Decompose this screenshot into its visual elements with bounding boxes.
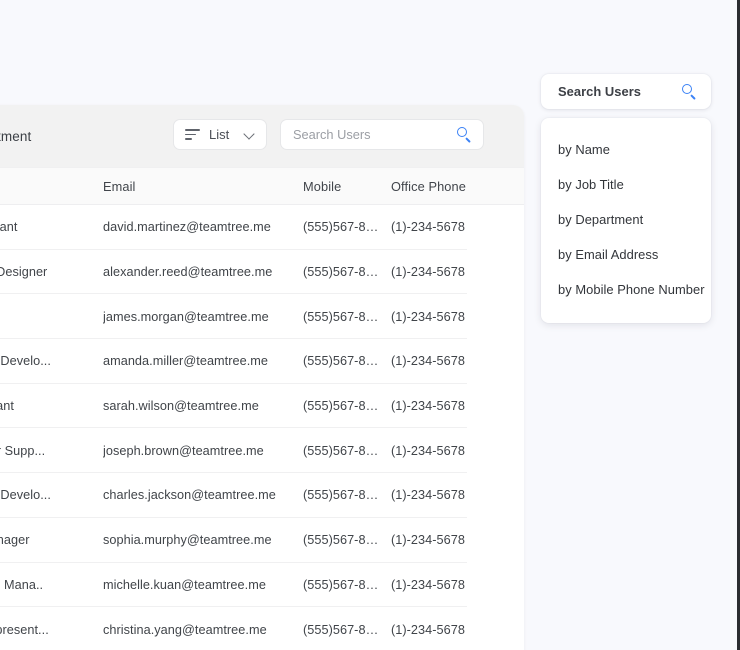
column-header-mobile[interactable]: Mobile	[303, 179, 391, 194]
table-row[interactable]: ccountant david.martinez@teamtree.me (55…	[0, 205, 524, 250]
table-row[interactable]: gineer james.morgan@teamtree.me (555)567…	[0, 294, 524, 339]
table-row[interactable]: Assistant sarah.wilson@teamtree.me (555)…	[0, 384, 524, 429]
cell-mobile: (555)567-8901	[303, 265, 387, 280]
table-row[interactable]: es Represent... christina.yang@teamtree.…	[0, 607, 524, 650]
menu-item-by-name[interactable]: by Name	[541, 132, 711, 167]
cell-office-phone: (1)-234-5678	[391, 354, 465, 369]
cell-mobile: (555)567-8901	[303, 354, 387, 369]
cell-job-title: ccountant	[0, 220, 18, 235]
cell-office-phone: (1)-234-5678	[391, 577, 465, 592]
cell-office-phone: (1)-234-5678	[391, 220, 465, 235]
view-mode-select[interactable]: List	[173, 119, 267, 150]
cell-email: amanda.miller@teamtree.me	[103, 354, 269, 369]
table-row[interactable]: rketing Mana.. michelle.kuan@teamtree.me…	[0, 563, 524, 608]
cell-email: christina.yang@teamtree.me	[103, 622, 267, 637]
menu-item-by-email-address[interactable]: by Email Address	[541, 237, 711, 272]
table-row[interactable]: stomer Supp... joseph.brown@teamtree.me …	[0, 428, 524, 473]
column-header-job-title[interactable]: b Title	[0, 179, 103, 194]
cell-job-title: gineer	[0, 310, 103, 324]
cell-email: david.martinez@teamtree.me	[103, 220, 271, 235]
cell-email: james.morgan@teamtree.me	[103, 309, 269, 324]
cell-job-title: es Manager	[0, 533, 30, 548]
cell-email: alexander.reed@teamtree.me	[103, 265, 273, 280]
cell-office-phone: (1)-234-5678	[391, 265, 465, 280]
cell-email: sarah.wilson@teamtree.me	[103, 399, 259, 414]
menu-item-by-mobile-phone-number[interactable]: by Mobile Phone Number	[541, 272, 711, 307]
column-header-email[interactable]: Email	[103, 179, 303, 194]
cell-office-phone: (1)-234-5678	[391, 488, 465, 503]
table-row[interactable]: ftware Develo... amanda.miller@teamtree.…	[0, 339, 524, 384]
cell-office-phone: (1)-234-5678	[391, 533, 465, 548]
view-mode-label: List	[209, 127, 230, 142]
list-lines-icon	[185, 129, 200, 140]
cell-mobile: (555)567-8901	[303, 577, 387, 592]
users-card-toolbar: department List	[0, 105, 524, 167]
cell-mobile: (555)567-8901	[303, 309, 387, 324]
search-scope-menu: by Name by Job Title by Department by Em…	[541, 118, 711, 323]
cell-office-phone: (1)-234-5678	[391, 443, 465, 458]
table-row[interactable]: aphic Designer alexander.reed@teamtree.m…	[0, 250, 524, 295]
table-header-row: b Title Email Mobile Office Phone	[0, 167, 524, 205]
cell-mobile: (555)567-8901	[303, 399, 387, 414]
column-header-office-phone[interactable]: Office Phone	[391, 179, 501, 194]
cell-job-title: ftware Develo...	[0, 354, 51, 369]
table-body: ccountant david.martinez@teamtree.me (55…	[0, 205, 524, 650]
cell-job-title: rketing Mana..	[0, 577, 44, 592]
cell-office-phone: (1)-234-5678	[391, 309, 465, 324]
cell-mobile: (555)567-8901	[303, 488, 387, 503]
users-card: department List b Title Email Mobile Off…	[0, 105, 524, 650]
table-search-box[interactable]	[280, 119, 484, 150]
search-users-overlay: Search Users by Name by Job Title by Dep…	[541, 74, 711, 323]
cell-office-phone: (1)-234-5678	[391, 622, 465, 637]
cell-mobile: (555)567-8901	[303, 443, 387, 458]
cell-job-title: es Represent...	[0, 622, 49, 637]
cell-mobile: (555)567-8901	[303, 220, 387, 235]
cell-mobile: (555)567-8901	[303, 622, 387, 637]
search-icon[interactable]	[682, 84, 697, 99]
department-filter-label: department	[0, 128, 32, 144]
overlay-search-value: Search Users	[558, 84, 642, 99]
overlay-search-field[interactable]: Search Users	[541, 74, 711, 109]
menu-item-by-job-title[interactable]: by Job Title	[541, 167, 711, 202]
table-row[interactable]: es Manager sophia.murphy@teamtree.me (55…	[0, 518, 524, 563]
cell-email: charles.jackson@teamtree.me	[103, 488, 276, 503]
chevron-down-icon	[244, 129, 255, 140]
cell-email: sophia.murphy@teamtree.me	[103, 533, 272, 548]
cell-email: michelle.kuan@teamtree.me	[103, 577, 266, 592]
cell-job-title: ftware Develo...	[0, 488, 51, 503]
search-input[interactable]	[293, 127, 457, 142]
toolbar-controls: List	[173, 119, 484, 150]
search-icon[interactable]	[457, 127, 472, 142]
cell-job-title: aphic Designer	[0, 265, 48, 280]
menu-item-by-department[interactable]: by Department	[541, 202, 711, 237]
cell-job-title: stomer Supp...	[0, 443, 46, 458]
cell-mobile: (555)567-8901	[303, 533, 387, 548]
cell-email: joseph.brown@teamtree.me	[103, 443, 264, 458]
cell-office-phone: (1)-234-5678	[391, 399, 465, 414]
cell-job-title: Assistant	[0, 399, 14, 414]
table-row[interactable]: ftware Develo... charles.jackson@teamtre…	[0, 473, 524, 518]
